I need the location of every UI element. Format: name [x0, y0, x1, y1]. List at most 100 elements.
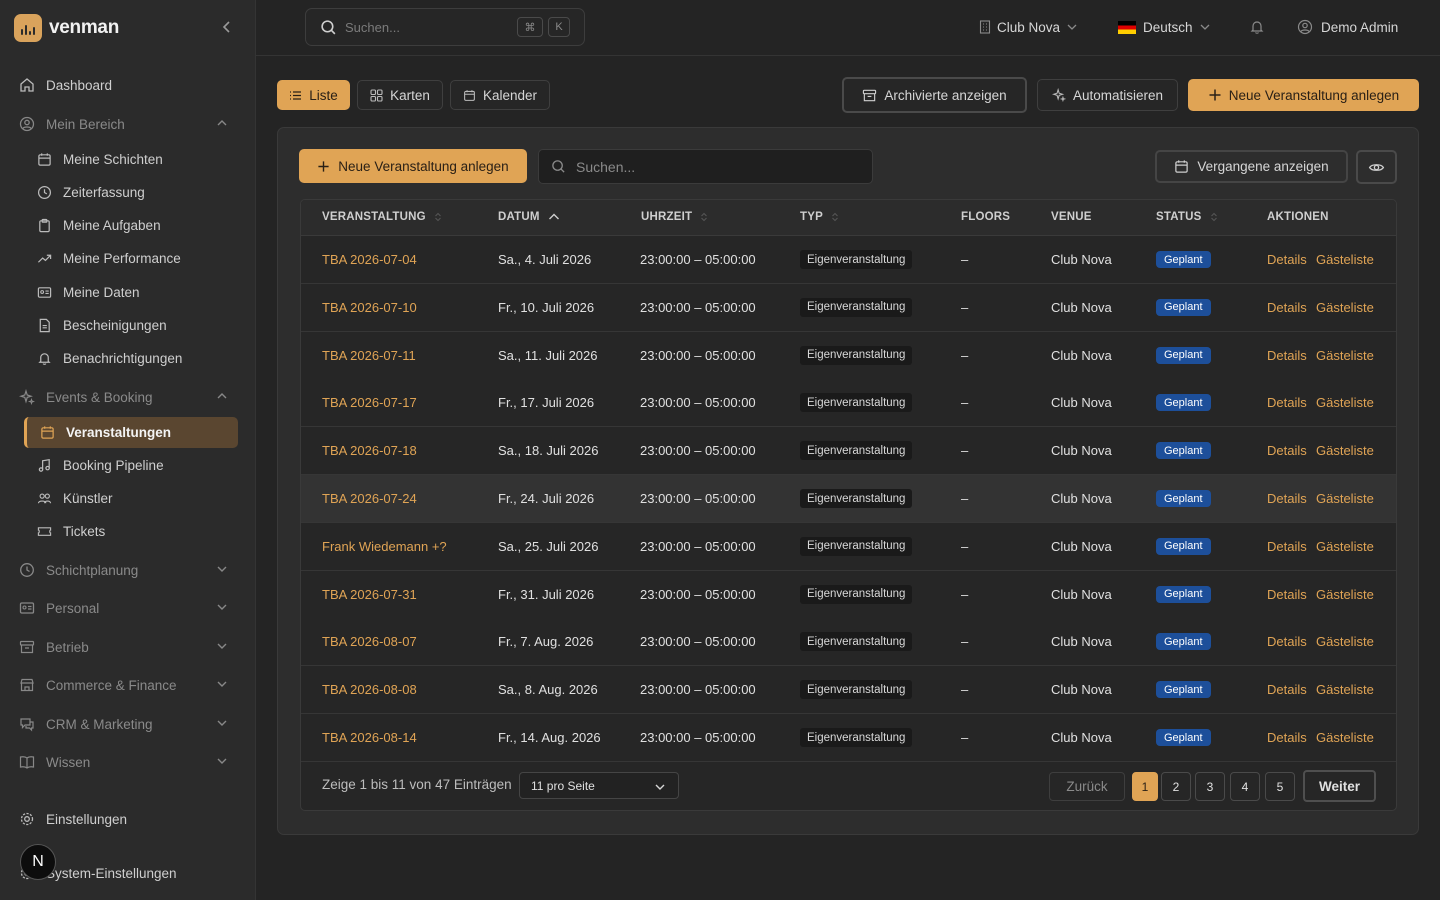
pagination-prev-button[interactable]: Zurück [1049, 772, 1125, 801]
venue-selector[interactable]: Club Nova [979, 17, 1078, 37]
guestlist-link[interactable]: Gästeliste [1316, 587, 1374, 602]
column-visibility-button[interactable] [1356, 150, 1397, 184]
pagination-page-4[interactable]: 4 [1230, 772, 1260, 801]
details-link[interactable]: Details [1267, 539, 1307, 554]
sidebar-section-betrieb[interactable]: Betrieb [18, 632, 238, 662]
column-header-uhrzeit[interactable]: UHRZEIT [641, 211, 708, 223]
events-search-input[interactable]: Suchen... [538, 149, 873, 184]
table-row[interactable]: TBA 2026-07-18 Sa., 18. Juli 2026 23:00:00… [301, 427, 1396, 476]
sidebar-item-bescheinigungen[interactable]: Bescheinigungen [35, 310, 238, 340]
collapse-sidebar-button[interactable] [218, 18, 236, 36]
status-badge: Geplant [1156, 537, 1211, 555]
per-page-select[interactable]: 11 pro Seite [519, 772, 679, 799]
table-row[interactable]: Frank Wiedemann +? Sa., 25. Juli 2026 23:0… [301, 522, 1396, 571]
event-name-link[interactable]: TBA 2026-08-14 [322, 730, 417, 745]
guestlist-link[interactable]: Gästeliste [1316, 491, 1374, 506]
column-header-status[interactable]: STATUS [1156, 211, 1218, 223]
event-name-link[interactable]: TBA 2026-07-18 [322, 443, 417, 458]
details-link[interactable]: Details [1267, 300, 1307, 315]
details-link[interactable]: Details [1267, 730, 1307, 745]
global-search-input[interactable]: Suchen... ⌘ K [305, 8, 585, 46]
column-header-datum[interactable]: DATUM [498, 211, 560, 223]
table-row[interactable]: TBA 2026-07-10 Fr., 10. Juli 2026 23:00:00… [301, 283, 1396, 332]
details-link[interactable]: Details [1267, 395, 1307, 410]
sidebar-item-meine-daten[interactable]: Meine Daten [35, 277, 238, 307]
event-name-link[interactable]: TBA 2026-07-24 [322, 491, 417, 506]
details-link[interactable]: Details [1267, 443, 1307, 458]
guestlist-link[interactable]: Gästeliste [1316, 539, 1374, 554]
event-name-link[interactable]: TBA 2026-07-17 [322, 395, 417, 410]
sidebar-section-commerce-finance[interactable]: Commerce & Finance [18, 670, 238, 700]
sidebar-item-benachrichtigungen[interactable]: Benachrichtigungen [35, 343, 238, 373]
guestlist-link[interactable]: Gästeliste [1316, 443, 1374, 458]
automate-button[interactable]: Automatisieren [1037, 79, 1178, 111]
table-row[interactable]: TBA 2026-07-31 Fr., 31. Juli 2026 23:00:00… [301, 570, 1396, 619]
details-link[interactable]: Details [1267, 252, 1307, 267]
details-link[interactable]: Details [1267, 491, 1307, 506]
guestlist-link[interactable]: Gästeliste [1316, 348, 1374, 363]
pagination-page-5[interactable]: 5 [1265, 772, 1295, 801]
pagination-page-1[interactable]: 1 [1132, 772, 1158, 801]
card-new-event-button[interactable]: Neue Veranstaltung anlegen [299, 149, 527, 183]
event-name-link[interactable]: TBA 2026-07-31 [322, 587, 417, 602]
sidebar-section-mein-bereich[interactable]: Mein Bereich [18, 109, 238, 139]
event-time: 23:00:00 – 05:00:00 [640, 252, 756, 267]
avatar[interactable]: N [20, 844, 56, 880]
sidebar-section-wissen[interactable]: Wissen [18, 747, 238, 777]
view-cards-button[interactable]: Karten [357, 80, 443, 110]
sidebar-item-meine-schichten[interactable]: Meine Schichten [35, 144, 238, 174]
past-events-button[interactable]: Vergangene anzeigen [1155, 150, 1348, 183]
sidebar-item-einstellungen[interactable]: Einstellungen [18, 804, 238, 834]
guestlist-link[interactable]: Gästeliste [1316, 730, 1374, 745]
event-name-link[interactable]: TBA 2026-08-08 [322, 682, 417, 697]
guestlist-link[interactable]: Gästeliste [1316, 300, 1374, 315]
event-name-link[interactable]: TBA 2026-07-04 [322, 252, 417, 267]
guestlist-link[interactable]: Gästeliste [1316, 395, 1374, 410]
guestlist-link[interactable]: Gästeliste [1316, 252, 1374, 267]
sidebar-item-veranstaltungen[interactable]: Veranstaltungen [24, 417, 238, 448]
event-name-link[interactable]: Frank Wiedemann +? [322, 539, 447, 554]
archived-button[interactable]: Archivierte anzeigen [842, 77, 1027, 113]
event-name-link[interactable]: TBA 2026-07-11 [322, 348, 416, 363]
pagination-page-2[interactable]: 2 [1161, 772, 1191, 801]
brand[interactable]: venman [14, 14, 119, 42]
guestlist-link[interactable]: Gästeliste [1316, 634, 1374, 649]
table-row[interactable]: TBA 2026-07-17 Fr., 17. Juli 2026 23:00:00… [301, 379, 1396, 428]
pagination-next-button[interactable]: Weiter [1303, 770, 1376, 802]
sidebar-section-schichtplanung[interactable]: Schichtplanung [18, 555, 238, 585]
event-name-link[interactable]: TBA 2026-08-07 [322, 634, 417, 649]
guestlist-link[interactable]: Gästeliste [1316, 682, 1374, 697]
table-row[interactable]: TBA 2026-07-04 Sa., 4. Juli 2026 23:00:00 … [301, 236, 1396, 284]
sidebar-item-tickets[interactable]: Tickets [35, 516, 238, 546]
details-link[interactable]: Details [1267, 348, 1307, 363]
table-row[interactable]: TBA 2026-08-07 Fr., 7. Aug. 2026 23:00:00 … [301, 618, 1396, 667]
sidebar-item-zeiterfassung[interactable]: Zeiterfassung [35, 177, 238, 207]
sidebar-item-dashboard[interactable]: Dashboard [18, 70, 238, 100]
sidebar-item-booking-pipeline[interactable]: Booking Pipeline [35, 450, 238, 480]
view-list-button[interactable]: Liste [277, 80, 350, 110]
sidebar-item-meine-aufgaben[interactable]: Meine Aufgaben [35, 210, 238, 240]
language-selector[interactable]: Deutsch [1118, 17, 1211, 37]
sidebar-item-kuenstler[interactable]: Künstler [35, 483, 238, 513]
column-header-typ[interactable]: TYP [800, 211, 839, 223]
sidebar-item-label: Zeiterfassung [63, 184, 145, 200]
details-link[interactable]: Details [1267, 634, 1307, 649]
details-link[interactable]: Details [1267, 682, 1307, 697]
column-header-veranstaltung[interactable]: VERANSTALTUNG [322, 211, 442, 223]
details-link[interactable]: Details [1267, 587, 1307, 602]
event-name-link[interactable]: TBA 2026-07-10 [322, 300, 417, 315]
sidebar-section-events-booking[interactable]: Events & Booking [18, 382, 238, 412]
table-row[interactable]: TBA 2026-07-24 Fr., 24. Juli 2026 23:00:00… [301, 475, 1396, 523]
table-row[interactable]: TBA 2026-08-08 Sa., 8. Aug. 2026 23:00:00 … [301, 666, 1396, 715]
sidebar-item-meine-performance[interactable]: Meine Performance [35, 243, 238, 273]
table-row[interactable]: TBA 2026-08-14 Fr., 14. Aug. 2026 23:00:00… [301, 714, 1396, 762]
new-event-button[interactable]: Neue Veranstaltung anlegen [1188, 79, 1419, 111]
view-calendar-button[interactable]: Kalender [450, 80, 550, 110]
sidebar-section-personal[interactable]: Personal [18, 593, 238, 623]
pagination-page-3[interactable]: 3 [1195, 772, 1225, 801]
chevron-down-icon [1067, 24, 1077, 30]
table-row[interactable]: TBA 2026-07-11 Sa., 11. Juli 2026 23:00:00… [301, 331, 1396, 380]
sidebar-section-crm-marketing[interactable]: CRM & Marketing [18, 709, 238, 739]
notifications-button[interactable] [1249, 17, 1265, 37]
user-menu[interactable]: Demo Admin [1297, 17, 1398, 37]
